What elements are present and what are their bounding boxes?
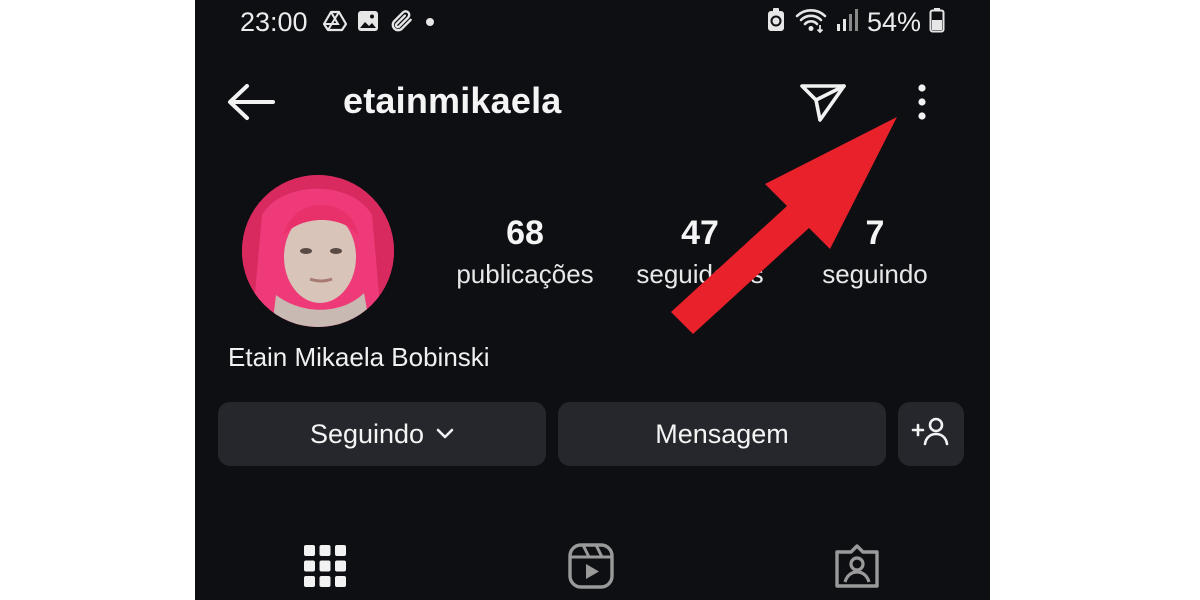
battery-percent: 54% xyxy=(866,7,921,37)
send-button[interactable] xyxy=(797,78,849,126)
wifi-icon xyxy=(795,7,827,38)
profile-full-name: Etain Mikaela Bobinski xyxy=(228,342,490,372)
back-arrow-icon xyxy=(225,84,277,126)
add-person-icon xyxy=(911,416,951,453)
back-button[interactable] xyxy=(225,82,277,122)
gallery-icon xyxy=(356,9,380,33)
dot-icon xyxy=(424,9,436,33)
paperclip-icon xyxy=(389,8,415,34)
suggested-users-button[interactable] xyxy=(898,402,964,466)
grid-icon xyxy=(303,544,347,593)
reels-icon xyxy=(567,542,615,595)
battery-saver-icon xyxy=(765,7,787,38)
message-button[interactable]: Mensagem xyxy=(558,402,886,466)
phone-screen: 23:00 54% etainmikaela 68 publicações 47… xyxy=(195,0,990,600)
following-button[interactable]: Seguindo xyxy=(218,402,546,466)
profile-header: etainmikaela xyxy=(195,70,990,134)
stat-posts-label: publicações xyxy=(456,259,594,289)
stat-followers[interactable]: 47 seguidores xyxy=(615,212,785,294)
status-time: 23:00 xyxy=(240,7,308,37)
more-options-icon xyxy=(907,84,937,126)
drive-icon xyxy=(323,9,347,33)
signal-icon xyxy=(835,7,859,38)
battery-icon xyxy=(929,7,945,38)
more-options-button[interactable] xyxy=(907,82,937,122)
stat-posts-value: 68 xyxy=(506,214,544,252)
tab-grid[interactable] xyxy=(295,538,355,598)
following-button-label: Seguindo xyxy=(309,418,425,449)
stat-following[interactable]: 7 seguindo xyxy=(790,212,960,294)
stat-following-value: 7 xyxy=(865,214,885,252)
avatar[interactable] xyxy=(242,175,394,327)
status-bar: 23:00 54% xyxy=(195,0,990,46)
chevron-down-icon xyxy=(436,428,454,440)
stat-followers-label: seguidores xyxy=(636,259,764,289)
send-icon xyxy=(797,84,849,130)
stat-followers-value: 47 xyxy=(681,214,719,252)
tab-tagged[interactable] xyxy=(827,538,887,598)
status-icons-right: 54% xyxy=(765,7,945,38)
stat-following-label: seguindo xyxy=(822,259,928,289)
status-icons-left xyxy=(323,8,436,34)
stat-posts[interactable]: 68 publicações xyxy=(440,212,610,294)
tagged-icon xyxy=(833,542,881,595)
message-button-label: Mensagem xyxy=(655,418,789,449)
tab-reels[interactable] xyxy=(561,538,621,598)
profile-username: etainmikaela xyxy=(343,80,562,121)
